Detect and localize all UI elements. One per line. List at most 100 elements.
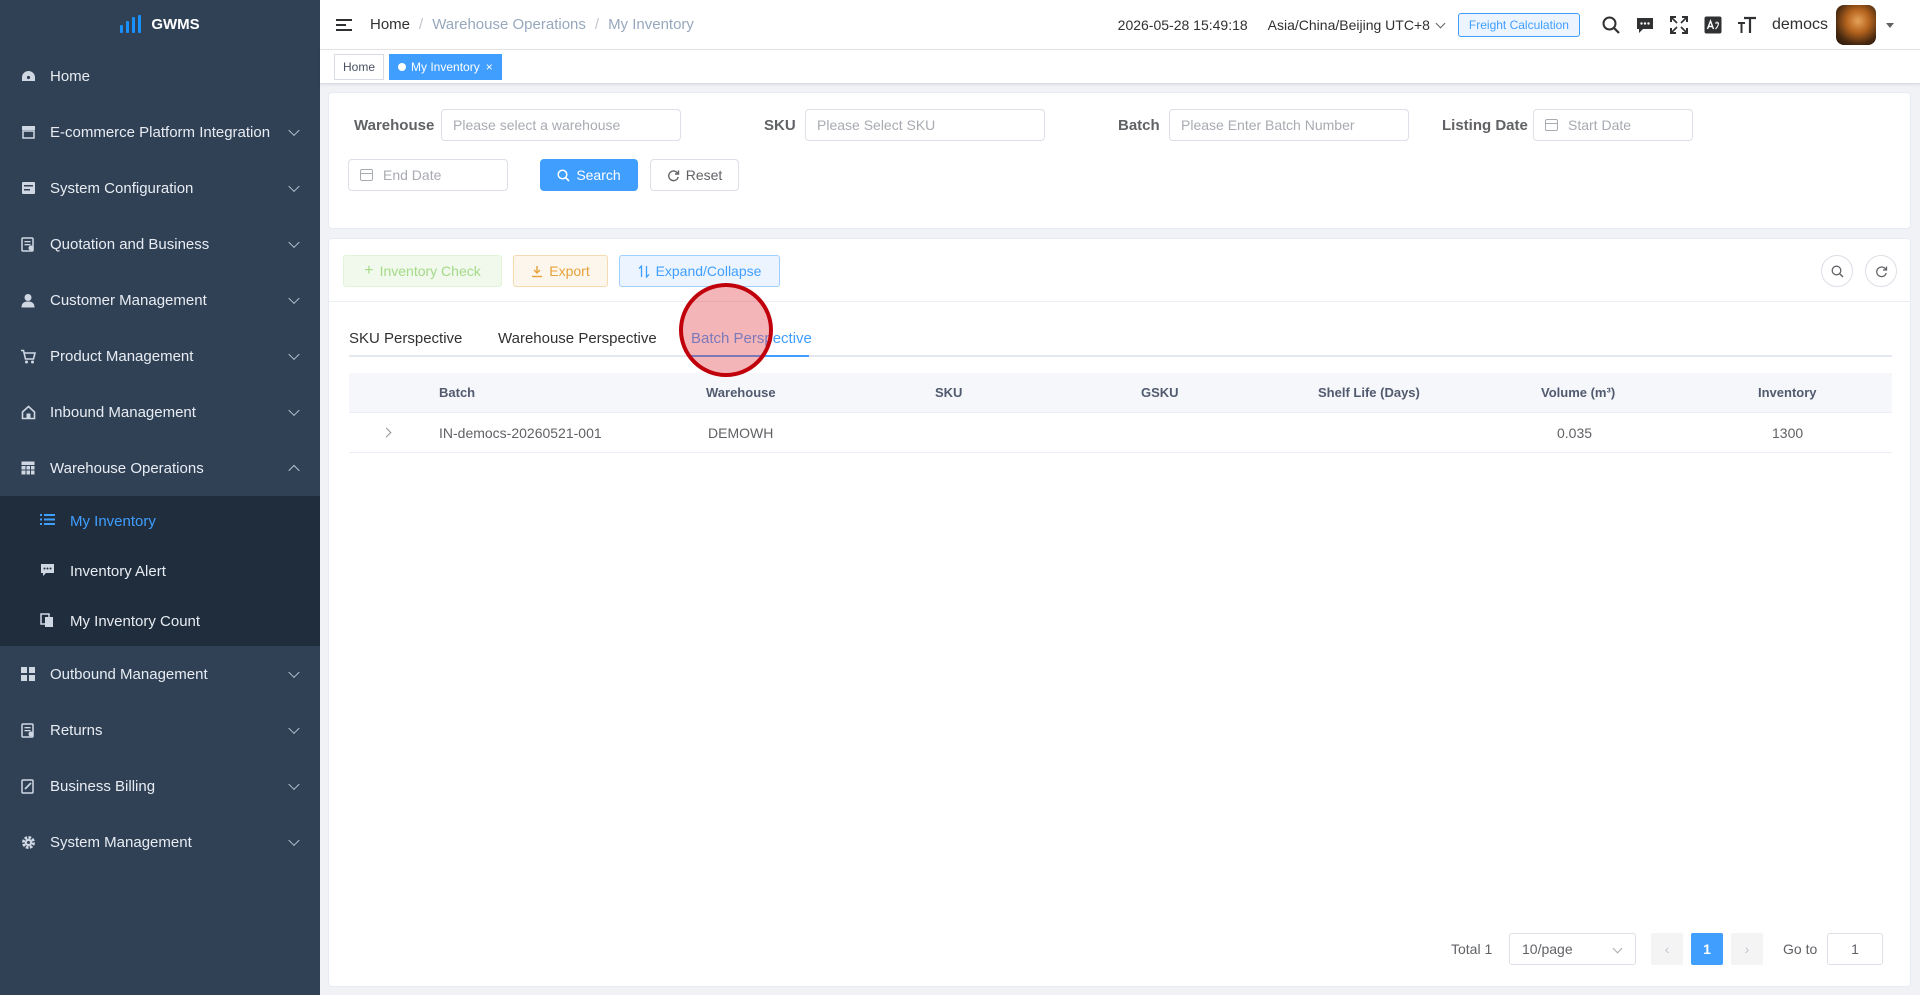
- expand-collapse-button[interactable]: Expand/Collapse: [619, 255, 780, 287]
- sidebar-item-label: Product Management: [50, 347, 194, 365]
- navbar-right: 2026-05-28 15:49:18 Asia/China/Beijing U…: [1118, 0, 1920, 50]
- sidebar-item-label: Outbound Management: [50, 665, 208, 683]
- username[interactable]: democs: [1772, 16, 1828, 34]
- tab-warehouse-perspective[interactable]: Warehouse Perspective: [498, 319, 657, 357]
- active-dot-icon: [398, 62, 407, 71]
- sidebar-item-ecommerce[interactable]: E-commerce Platform Integration: [0, 104, 320, 160]
- sidebar-item-my-inventory[interactable]: My Inventory: [0, 496, 320, 546]
- font-size-icon[interactable]: [1730, 0, 1764, 50]
- warehouse-ops-submenu: My Inventory Inventory Alert My Inventor…: [0, 496, 320, 646]
- column-header-shelf-life: Shelf Life (Days): [1318, 385, 1420, 400]
- next-page-button[interactable]: ›: [1731, 933, 1763, 965]
- grid-icon: [20, 460, 36, 476]
- hamburger-icon[interactable]: [336, 16, 352, 34]
- fullscreen-icon[interactable]: [1662, 0, 1696, 50]
- table-row[interactable]: IN-democs-20260521-001 DEMOWH 0.035 1300: [349, 413, 1892, 453]
- logo[interactable]: GWMS: [0, 0, 320, 48]
- search-button[interactable]: Search: [540, 159, 638, 191]
- inventory-check-button[interactable]: + Inventory Check: [343, 255, 502, 287]
- message-icon[interactable]: [1628, 0, 1662, 50]
- tag-home[interactable]: Home: [334, 53, 385, 80]
- page-number-1[interactable]: 1: [1691, 933, 1723, 965]
- chevron-down-icon: [1612, 943, 1623, 954]
- page-size-label: 10/page: [1522, 941, 1573, 957]
- tag-my-inventory[interactable]: My Inventory ×: [389, 53, 502, 80]
- user-icon: [20, 292, 36, 308]
- batch-label: Batch: [1118, 117, 1160, 134]
- language-icon[interactable]: [1696, 0, 1730, 50]
- refresh-button[interactable]: [1865, 255, 1897, 287]
- chevron-down-icon: [288, 180, 300, 193]
- sidebar-item-system-config[interactable]: System Configuration: [0, 160, 320, 216]
- chevron-down-icon: [288, 778, 300, 791]
- sidebar-item-outbound[interactable]: Outbound Management: [0, 646, 320, 702]
- sidebar-item-inbound[interactable]: Inbound Management: [0, 384, 320, 440]
- chevron-down-icon: [288, 834, 300, 847]
- start-date-picker[interactable]: Start Date: [1533, 109, 1693, 141]
- sidebar-item-label: Inventory Alert: [70, 562, 166, 580]
- sidebar-item-customer[interactable]: Customer Management: [0, 272, 320, 328]
- cell-batch: IN-democs-20260521-001: [439, 425, 602, 441]
- listing-date-label: Listing Date: [1442, 117, 1528, 134]
- breadcrumb-home[interactable]: Home: [370, 16, 410, 33]
- sidebar-item-warehouse-ops[interactable]: Warehouse Operations: [0, 440, 320, 496]
- chevron-down-icon: [1435, 18, 1446, 28]
- sidebar-item-returns[interactable]: Returns: [0, 702, 320, 758]
- cart-icon: [20, 348, 36, 364]
- sidebar-item-quotation[interactable]: Quotation and Business: [0, 216, 320, 272]
- sidebar: GWMS Home E-commerce Platform Integratio…: [0, 0, 320, 995]
- calendar-icon: [360, 169, 373, 181]
- sidebar-item-inventory-count[interactable]: My Inventory Count: [0, 596, 320, 646]
- chevron-down-icon: [288, 722, 300, 735]
- chevron-down-icon: [288, 666, 300, 679]
- prev-page-button[interactable]: ‹: [1651, 933, 1683, 965]
- sidebar-item-system-mgmt[interactable]: System Management: [0, 814, 320, 870]
- warehouse-label: Warehouse: [354, 117, 435, 134]
- chevron-right-icon[interactable]: [381, 427, 392, 438]
- sidebar-item-home[interactable]: Home: [0, 48, 320, 104]
- goto-page-input[interactable]: 1: [1827, 933, 1883, 965]
- breadcrumb-warehouse-ops[interactable]: Warehouse Operations: [432, 16, 586, 33]
- close-icon[interactable]: ×: [486, 60, 493, 74]
- avatar[interactable]: [1836, 5, 1876, 45]
- timezone-select[interactable]: Asia/China/Beijing UTC+8: [1268, 17, 1446, 33]
- search-icon: [557, 168, 570, 182]
- cell-warehouse: DEMOWH: [708, 425, 774, 441]
- batch-input[interactable]: Please Enter Batch Number: [1169, 109, 1409, 141]
- message-icon: [40, 563, 56, 579]
- search-icon[interactable]: [1594, 0, 1628, 50]
- app-name: GWMS: [151, 15, 200, 33]
- top-navbar: Home / Warehouse Operations / My Invento…: [320, 0, 1920, 50]
- tab-sku-perspective[interactable]: SKU Perspective: [349, 319, 462, 357]
- cell-inventory: 1300: [1772, 425, 1804, 441]
- sidebar-item-inventory-alert[interactable]: Inventory Alert: [0, 546, 320, 596]
- export-button[interactable]: Export: [513, 255, 608, 287]
- tag-label: Home: [343, 59, 376, 74]
- sidebar-item-label: Home: [50, 67, 91, 85]
- warehouse-select[interactable]: Please select a warehouse: [441, 109, 681, 141]
- chevron-down-icon: [288, 292, 300, 305]
- inventory-table: Batch Warehouse SKU GSKU Shelf Life (Day…: [349, 373, 1892, 453]
- sidebar-item-billing[interactable]: Business Billing: [0, 758, 320, 814]
- goto-label: Go to: [1783, 941, 1818, 957]
- sku-placeholder: Please Select SKU: [817, 117, 936, 133]
- chevron-down-icon: [288, 348, 300, 361]
- column-header-inventory: Inventory: [1758, 385, 1817, 400]
- end-date-picker[interactable]: End Date: [348, 159, 508, 191]
- page-size-select[interactable]: 10/page: [1509, 933, 1636, 965]
- breadcrumb: Home / Warehouse Operations / My Invento…: [370, 16, 694, 33]
- logo-icon: [120, 15, 142, 33]
- pagination-total: Total 1: [1451, 941, 1493, 957]
- sort-icon: [638, 264, 650, 278]
- list-icon: [40, 513, 56, 529]
- copy-icon: [40, 613, 56, 629]
- sku-select[interactable]: Please Select SKU: [805, 109, 1045, 141]
- sidebar-item-label: Inbound Management: [50, 403, 196, 421]
- export-label: Export: [549, 263, 590, 279]
- caret-down-icon[interactable]: [1886, 22, 1894, 28]
- reset-button[interactable]: Reset: [650, 159, 739, 191]
- cell-volume: 0.035: [1557, 425, 1593, 441]
- freight-calculation-button[interactable]: Freight Calculation: [1457, 13, 1580, 37]
- sidebar-item-product[interactable]: Product Management: [0, 328, 320, 384]
- toggle-search-button[interactable]: [1821, 255, 1853, 287]
